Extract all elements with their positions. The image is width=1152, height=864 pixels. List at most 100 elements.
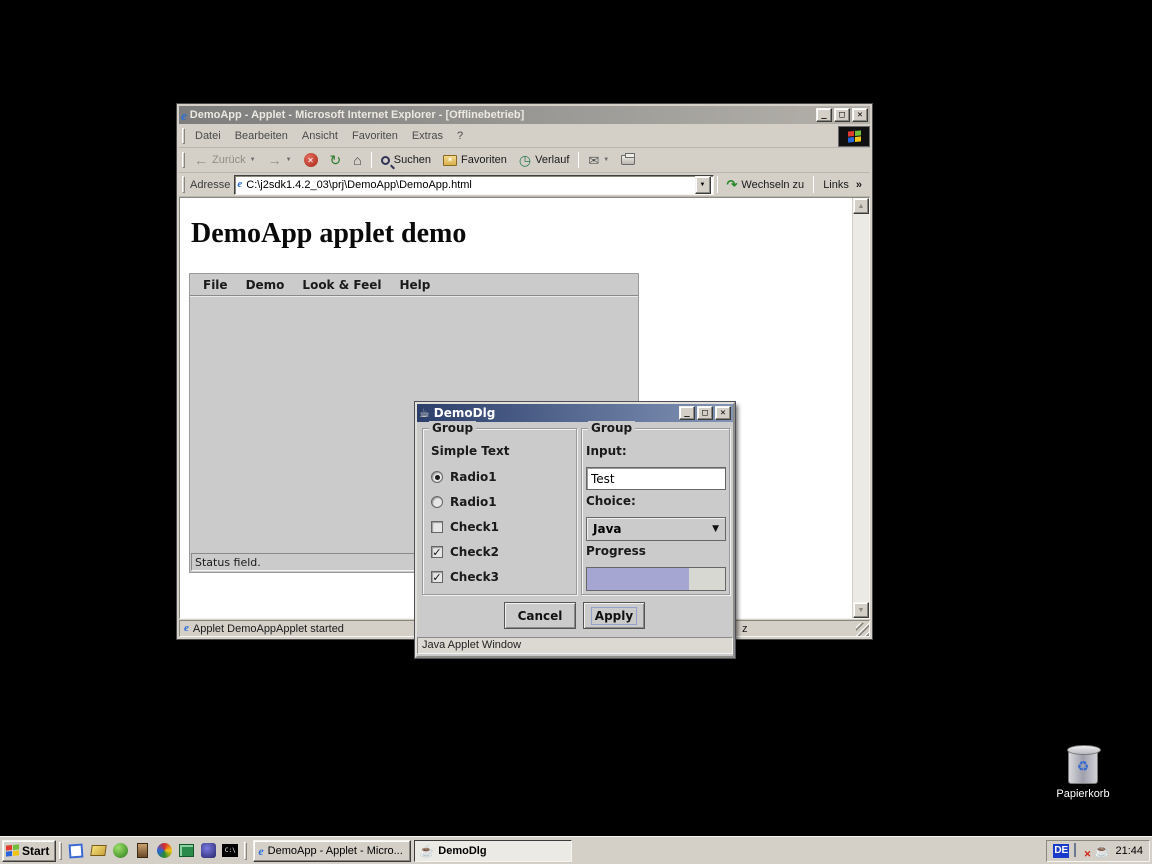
favorites-label: Favoriten (461, 154, 507, 166)
check-row[interactable]: Check1 (431, 519, 499, 535)
quicklaunch-cmd-icon[interactable]: C:\ (220, 841, 240, 861)
check-row[interactable]: ✓ Check2 (431, 544, 499, 560)
apply-label: Apply (592, 608, 636, 624)
cancel-label: Cancel (518, 609, 563, 623)
stop-icon: ✕ (304, 153, 318, 167)
tray-java-icon[interactable]: ☕ (1094, 844, 1110, 857)
ie-menu-bar: Datei Bearbeiten Ansicht Favoriten Extra… (179, 125, 870, 148)
radio-row[interactable]: Radio1 (431, 494, 497, 510)
menu-favoriten[interactable]: Favoriten (345, 128, 405, 144)
toolbar-grip[interactable] (182, 152, 185, 169)
offline-network-icon[interactable]: ✕ (1074, 844, 1089, 857)
recycle-bin-icon[interactable]: ♻ (1068, 748, 1098, 784)
links-button[interactable]: Links » (817, 177, 868, 193)
close-button[interactable]: ✕ (852, 108, 868, 122)
radio-button-icon[interactable] (431, 496, 443, 508)
apply-button[interactable]: Apply (583, 602, 645, 629)
start-windows-flag-icon (6, 844, 19, 856)
applet-menu-lookandfeel[interactable]: Look & Feel (293, 276, 390, 294)
quicklaunch-desktop-icon[interactable] (66, 841, 86, 861)
menu-bearbeiten[interactable]: Bearbeiten (228, 128, 295, 144)
address-dropdown-button[interactable]: ▼ (695, 176, 711, 194)
quicklaunch-media-icon[interactable] (154, 841, 174, 861)
desktop: { "icons": { "back_arrow": "←", "forward… (0, 0, 1152, 864)
radio2-label: Radio1 (450, 495, 497, 509)
combo-arrow-icon: ▼ (712, 524, 719, 534)
choice-combobox[interactable]: Java ▼ (586, 517, 726, 541)
quicklaunch-netmeeting-icon[interactable] (176, 841, 196, 861)
page-icon: e (237, 179, 242, 190)
check1-label: Check1 (450, 520, 499, 534)
favorites-button[interactable]: ✶ Favoriten (437, 152, 513, 168)
check-row[interactable]: ✓ Check3 (431, 569, 499, 585)
input-field[interactable] (586, 467, 726, 490)
maximize-button[interactable]: □ (834, 108, 850, 122)
stop-button[interactable]: ✕ (298, 151, 324, 169)
back-caret-icon: ▼ (250, 157, 256, 163)
links-label: Links (823, 179, 849, 191)
go-button[interactable]: ↷ Wechseln zu (721, 176, 811, 193)
status-text: Applet DemoAppApplet started (193, 623, 344, 635)
search-button[interactable]: Suchen (375, 152, 437, 168)
dialog-close-button[interactable]: ✕ (715, 406, 731, 420)
vertical-scrollbar[interactable]: ▲ ▼ (852, 198, 869, 618)
dialog-minimize-button[interactable]: _ (679, 406, 695, 420)
ie-toolbar: ← Zurück ▼ → ▼ ✕ ↻ ⌂ Suchen ✶ Favoriten … (179, 148, 870, 173)
search-icon (381, 156, 390, 165)
radio-button-icon[interactable] (431, 471, 443, 483)
checkbox-icon[interactable]: ✓ (431, 571, 443, 583)
progress-fill (587, 568, 689, 590)
menu-help[interactable]: ? (450, 128, 470, 144)
demodlg-title-bar[interactable]: ☕ DemoDlg _ □ ✕ (417, 404, 733, 422)
menu-ansicht[interactable]: Ansicht (295, 128, 345, 144)
check2-label: Check2 (450, 545, 499, 559)
mail-button[interactable]: ✉ ▼ (582, 152, 615, 169)
applet-menu-demo[interactable]: Demo (237, 276, 294, 294)
scroll-up-button[interactable]: ▲ (853, 198, 869, 214)
resize-grip[interactable] (856, 623, 869, 636)
applet-menu-file[interactable]: File (194, 276, 237, 294)
task-button-demodlg[interactable]: ☕ DemoDlg (414, 840, 572, 862)
checkbox-icon[interactable] (431, 521, 443, 533)
scroll-down-button[interactable]: ▼ (853, 602, 869, 618)
quicklaunch-green-app-icon[interactable] (110, 841, 130, 861)
choice-value: Java (593, 522, 621, 536)
quicklaunch-door-app-icon[interactable] (132, 841, 152, 861)
menubar-grip[interactable] (182, 128, 185, 143)
home-button[interactable]: ⌂ (347, 151, 367, 169)
quicklaunch-globe-icon[interactable] (198, 841, 218, 861)
forward-caret-icon: ▼ (286, 157, 292, 163)
dialog-maximize-button[interactable]: □ (697, 406, 713, 420)
progress-bar (586, 567, 726, 591)
checkbox-icon[interactable]: ✓ (431, 546, 443, 558)
radio-row[interactable]: Radio1 (431, 469, 497, 485)
refresh-button[interactable]: ↻ (324, 151, 348, 169)
forward-button[interactable]: → ▼ (262, 151, 298, 169)
taskbar-grip[interactable] (59, 842, 62, 860)
start-button[interactable]: Start (2, 840, 56, 862)
taskbar-grip[interactable] (244, 842, 247, 860)
status-zone-partial: z (734, 623, 748, 635)
back-button[interactable]: ← Zurück ▼ (188, 151, 262, 169)
left-group-title: Group (429, 421, 476, 435)
print-button[interactable] (615, 153, 641, 167)
menu-extras[interactable]: Extras (405, 128, 450, 144)
task-button-demoapp[interactable]: e DemoApp - Applet - Micro... (253, 840, 411, 862)
left-group-box: Group Simple Text Radio1 Radio1 Check1 ✓… (422, 428, 577, 595)
right-group-title: Group (588, 421, 635, 435)
quicklaunch-mail-icon[interactable] (88, 841, 108, 861)
menu-datei[interactable]: Datei (188, 128, 228, 144)
addressbar-grip[interactable] (182, 176, 185, 192)
history-button[interactable]: ◷ Verlauf (513, 151, 575, 169)
addressbar-separator (717, 176, 718, 192)
status-doc-icon: e (184, 623, 189, 634)
cancel-button[interactable]: Cancel (504, 602, 576, 629)
task-java-cup-icon: ☕ (419, 845, 434, 857)
minimize-button[interactable]: _ (816, 108, 832, 122)
applet-menu-help[interactable]: Help (390, 276, 439, 294)
keyboard-layout-indicator[interactable]: DE (1053, 844, 1069, 858)
choice-label: Choice: (586, 493, 636, 509)
ie-title-bar[interactable]: e DemoApp - Applet - Microsoft Internet … (179, 106, 870, 124)
right-group-box: Group Input: Choice: Java ▼ Progress (581, 428, 730, 595)
address-input[interactable] (246, 179, 690, 191)
